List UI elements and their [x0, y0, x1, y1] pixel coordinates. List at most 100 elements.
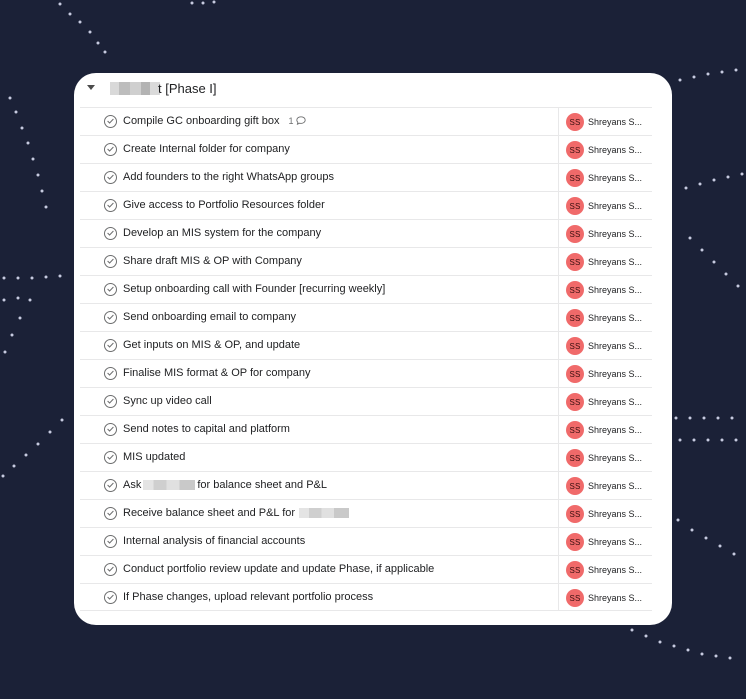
task-row[interactable]: Setup onboarding call with Founder [recu… [80, 275, 652, 303]
task-name[interactable]: Create Internal folder for company [123, 143, 290, 155]
assignee-name: Shreyans S... [588, 453, 643, 463]
comment-count: 1 [288, 116, 294, 126]
task-name[interactable]: Conduct portfolio review update and upda… [123, 563, 434, 575]
task-name[interactable]: Send notes to capital and platform [123, 423, 290, 435]
task-name[interactable]: Add founders to the right WhatsApp group… [123, 171, 334, 183]
task-row[interactable]: Add founders to the right WhatsApp group… [80, 163, 652, 191]
assignee-cell[interactable]: SS Shreyans S... [566, 281, 642, 299]
complete-check-icon[interactable] [104, 423, 117, 436]
comment-icon[interactable] [295, 116, 306, 128]
task-row[interactable]: Sync up video call SS Shreyans S... [80, 387, 652, 415]
task-row[interactable]: Ask for balance sheet and P&L SS Shreyans … [80, 471, 652, 499]
assignee-cell[interactable]: SS Shreyans S... [566, 365, 642, 383]
complete-check-icon[interactable] [104, 563, 117, 576]
task-row[interactable]: Share draft MIS & OP with Company SS Shre… [80, 247, 652, 275]
assignee-cell[interactable]: SS Shreyans S... [566, 393, 642, 411]
avatar: SS [566, 309, 584, 327]
assignee-cell[interactable]: SS Shreyans S... [566, 197, 642, 215]
assignee-cell[interactable]: SS Shreyans S... [566, 477, 642, 495]
complete-check-icon[interactable] [104, 507, 117, 520]
task-row[interactable]: Send notes to capital and platform SS Shr… [80, 415, 652, 443]
column-divider [558, 500, 559, 527]
assignee-cell[interactable]: SS Shreyans S... [566, 225, 642, 243]
assignee-cell[interactable]: SS Shreyans S... [566, 253, 642, 271]
task-row[interactable]: Give access to Portfolio Resources folde… [80, 191, 652, 219]
task-row[interactable]: Conduct portfolio review update and upda… [80, 555, 652, 583]
column-divider [558, 360, 559, 387]
avatar: SS [566, 589, 584, 607]
assignee-cell[interactable]: SS Shreyans S... [566, 113, 642, 131]
column-divider [558, 248, 559, 275]
task-row[interactable]: MIS updated SS Shreyans S... [80, 443, 652, 471]
task-row[interactable]: Develop an MIS system for the company SS… [80, 219, 652, 247]
assignee-name: Shreyans S... [588, 565, 643, 575]
complete-check-icon[interactable] [104, 283, 117, 296]
task-name[interactable]: Get inputs on MIS & OP, and update [123, 339, 300, 351]
assignee-cell[interactable]: SS Shreyans S... [566, 169, 642, 187]
task-name[interactable]: Compile GC onboarding gift box 1 [123, 115, 306, 128]
complete-check-icon[interactable] [104, 143, 117, 156]
column-divider [558, 220, 559, 247]
assignee-cell[interactable]: SS Shreyans S... [566, 533, 642, 551]
assignee-name: Shreyans S... [588, 509, 643, 519]
complete-check-icon[interactable] [104, 115, 117, 128]
complete-check-icon[interactable] [104, 535, 117, 548]
task-name[interactable]: Share draft MIS & OP with Company [123, 255, 302, 267]
collapse-caret-icon[interactable] [87, 85, 95, 90]
complete-check-icon[interactable] [104, 395, 117, 408]
assignee-cell[interactable]: SS Shreyans S... [566, 449, 642, 467]
task-name[interactable]: Ask for balance sheet and P&L [123, 479, 327, 491]
task-name[interactable]: Develop an MIS system for the company [123, 227, 321, 239]
complete-check-icon[interactable] [104, 339, 117, 352]
assignee-cell[interactable]: SS Shreyans S... [566, 561, 642, 579]
complete-check-icon[interactable] [104, 199, 117, 212]
avatar: SS [566, 169, 584, 187]
task-name[interactable]: Sync up video call [123, 395, 212, 407]
task-name[interactable]: If Phase changes, upload relevant portfo… [123, 591, 373, 603]
column-divider [558, 472, 559, 499]
task-row[interactable]: Send onboarding email to company SS Shrey… [80, 303, 652, 331]
assignee-cell[interactable]: SS Shreyans S... [566, 589, 642, 607]
complete-check-icon[interactable] [104, 479, 117, 492]
complete-check-icon[interactable] [104, 451, 117, 464]
task-row[interactable]: Get inputs on MIS & OP, and update SS Shr… [80, 331, 652, 359]
task-row[interactable]: Internal analysis of financial accounts … [80, 527, 652, 555]
avatar: SS [566, 281, 584, 299]
complete-check-icon[interactable] [104, 591, 117, 604]
complete-check-icon[interactable] [104, 227, 117, 240]
task-name[interactable]: Internal analysis of financial accounts [123, 535, 305, 547]
assignee-cell[interactable]: SS Shreyans S... [566, 309, 642, 327]
task-name[interactable]: Receive balance sheet and P&L for [123, 507, 350, 519]
assignee-name: Shreyans S... [588, 481, 643, 491]
task-name[interactable]: MIS updated [123, 451, 185, 463]
assignee-cell[interactable]: SS Shreyans S... [566, 421, 642, 439]
avatar: SS [566, 197, 584, 215]
column-divider [558, 528, 559, 555]
assignee-cell[interactable]: SS Shreyans S... [566, 337, 642, 355]
task-row[interactable]: Finalise MIS format & OP for company SS S… [80, 359, 652, 387]
section-header[interactable]: t [Phase I] [74, 73, 672, 106]
avatar: SS [566, 337, 584, 355]
complete-check-icon[interactable] [104, 171, 117, 184]
task-row[interactable]: Create Internal folder for company SS Shr… [80, 135, 652, 163]
column-divider [558, 388, 559, 415]
assignee-cell[interactable]: SS Shreyans S... [566, 505, 642, 523]
assignee-cell[interactable]: SS Shreyans S... [566, 141, 642, 159]
column-divider [558, 584, 559, 611]
complete-check-icon[interactable] [104, 255, 117, 268]
assignee-name: Shreyans S... [588, 173, 643, 183]
task-row[interactable]: If Phase changes, upload relevant portfo… [80, 583, 652, 611]
task-name[interactable]: Setup onboarding call with Founder [recu… [123, 283, 385, 295]
complete-check-icon[interactable] [104, 367, 117, 380]
task-name[interactable]: Send onboarding email to company [123, 311, 296, 323]
assignee-name: Shreyans S... [588, 145, 643, 155]
avatar: SS [566, 477, 584, 495]
complete-check-icon[interactable] [104, 311, 117, 324]
task-name[interactable]: Finalise MIS format & OP for company [123, 367, 310, 379]
task-name-text: Receive balance sheet and P&L for [123, 507, 296, 519]
task-row[interactable]: Compile GC onboarding gift box 1 SS Shreya… [80, 107, 652, 135]
section-title: t [Phase I] [158, 81, 217, 96]
column-divider [558, 332, 559, 359]
task-row[interactable]: Receive balance sheet and P&L for SS Shre… [80, 499, 652, 527]
task-name[interactable]: Give access to Portfolio Resources folde… [123, 199, 325, 211]
